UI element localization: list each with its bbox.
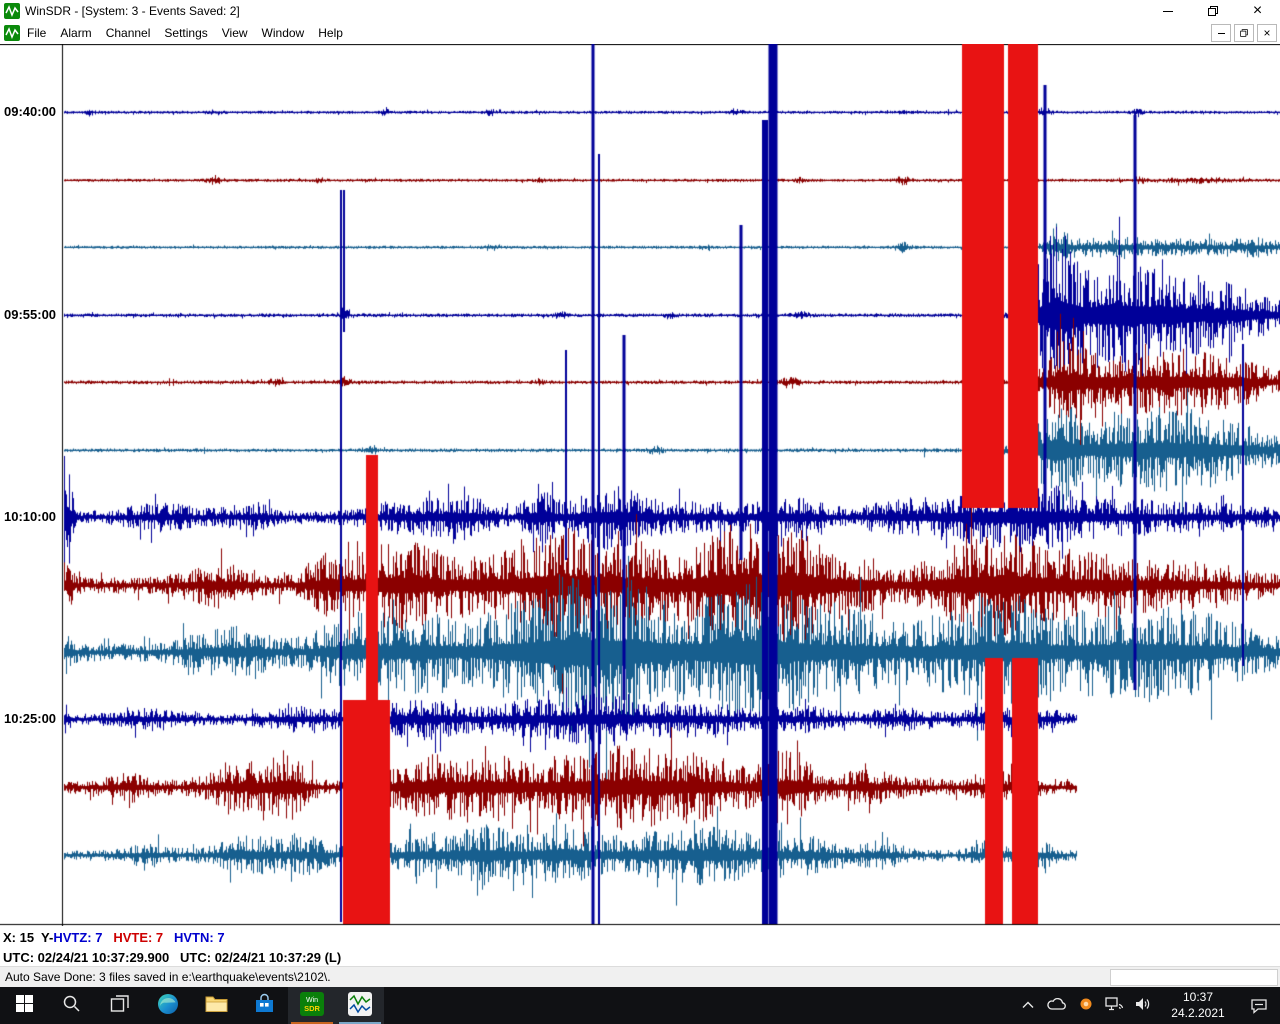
- tray-orange-icon: [1079, 997, 1093, 1016]
- time-label: 10:25:00: [4, 711, 56, 726]
- mdi-buttons: ×: [1211, 24, 1277, 42]
- onedrive-button[interactable]: [1042, 987, 1071, 1024]
- cursor-status-segment-5: HVTN: 7: [174, 930, 225, 945]
- winsdr-window: WinSDR - [System: 3 - Events Saved: 2] ×…: [0, 0, 1280, 1024]
- close-button[interactable]: ×: [1235, 0, 1280, 22]
- mdi-close-button[interactable]: ×: [1257, 24, 1277, 42]
- taskbar: WinSDR 10:37 24.2.2021: [0, 987, 1280, 1024]
- cursor-status-line: X: 15 Y-HVTZ: 7 HVTE: 7 HVTN: 7: [0, 926, 1280, 948]
- action-center-button[interactable]: [1238, 987, 1280, 1024]
- mdi-close-icon: ×: [1263, 27, 1270, 39]
- menu-file[interactable]: File: [20, 22, 53, 44]
- menu-channel[interactable]: Channel: [99, 22, 158, 44]
- utc-status-line: UTC: 02/24/21 10:37:29.900 UTC: 02/24/21…: [0, 948, 1280, 966]
- clock-date: 24.2.2021: [1162, 1006, 1234, 1022]
- file-explorer-taskbar-button[interactable]: [192, 987, 240, 1024]
- autosave-status: Auto Save Done: 3 files saved in e:\eart…: [0, 970, 1110, 984]
- helicorder-canvas[interactable]: [0, 44, 1280, 926]
- task-view-taskbar-button[interactable]: [96, 987, 144, 1024]
- store-icon: [254, 993, 275, 1019]
- network-icon: [1105, 996, 1124, 1017]
- system-tray: 10:37 24.2.2021: [1013, 987, 1280, 1024]
- mdi-minimize-icon: [1218, 33, 1225, 34]
- winsdr-taskbar-button[interactable]: WinSDR: [288, 987, 336, 1024]
- cursor-status-segment-4: [163, 930, 174, 945]
- search-icon: [62, 994, 82, 1019]
- title-bar: WinSDR - [System: 3 - Events Saved: 2] ×: [0, 0, 1280, 22]
- onedrive-icon: [1046, 996, 1068, 1016]
- winsdr-app-icon: [4, 3, 20, 19]
- window-title: WinSDR - [System: 3 - Events Saved: 2]: [25, 4, 240, 18]
- taskbar-clock[interactable]: 10:37 24.2.2021: [1158, 990, 1238, 1021]
- status-bar-right-pane: [1110, 969, 1278, 986]
- task-view-icon: [110, 994, 130, 1019]
- cursor-status-segment-3: HVTE: 7: [113, 930, 163, 945]
- menu-window[interactable]: Window: [255, 22, 312, 44]
- start-taskbar-button[interactable]: [0, 987, 48, 1024]
- volume-button[interactable]: [1129, 987, 1158, 1024]
- menu-bar: FileAlarmChannelSettingsViewWindowHelp ×: [0, 22, 1280, 44]
- time-label: 09:55:00: [4, 307, 56, 322]
- menu-items: FileAlarmChannelSettingsViewWindowHelp: [20, 22, 350, 44]
- winquake-icon: [348, 992, 372, 1021]
- restore-icon: [1208, 6, 1218, 16]
- time-label: 09:40:00: [4, 104, 56, 119]
- edge-icon: [156, 992, 180, 1021]
- network-button[interactable]: [1100, 987, 1129, 1024]
- cursor-status-segment-1: HVTZ: 7: [53, 930, 102, 945]
- volume-icon: [1134, 996, 1153, 1017]
- caption-buttons: ×: [1145, 0, 1280, 22]
- tray-icons: [1013, 987, 1158, 1024]
- minimize-button[interactable]: [1145, 0, 1190, 22]
- menu-settings[interactable]: Settings: [157, 22, 214, 44]
- tray-chevron-button[interactable]: [1013, 987, 1042, 1024]
- close-icon: ×: [1253, 3, 1262, 19]
- winsdr-icon: WinSDR: [300, 992, 324, 1021]
- taskbar-apps: WinSDR: [0, 987, 384, 1024]
- time-label: 10:10:00: [4, 509, 56, 524]
- edge-taskbar-button[interactable]: [144, 987, 192, 1024]
- mdi-restore-icon: [1240, 29, 1248, 37]
- winquake-taskbar-button[interactable]: [336, 987, 384, 1024]
- status-bar: Auto Save Done: 3 files saved in e:\eart…: [0, 966, 1280, 987]
- svg-text:Win: Win: [306, 997, 318, 1004]
- restore-button[interactable]: [1190, 0, 1235, 22]
- menu-view[interactable]: View: [215, 22, 255, 44]
- clock-time: 10:37: [1162, 990, 1234, 1006]
- store-taskbar-button[interactable]: [240, 987, 288, 1024]
- cursor-status-segment-0: X: 15 Y-: [3, 930, 53, 945]
- child-window-icon: [4, 25, 20, 41]
- file-explorer-icon: [205, 994, 228, 1018]
- menu-alarm[interactable]: Alarm: [53, 22, 98, 44]
- tray-orange-button[interactable]: [1071, 987, 1100, 1024]
- svg-text:SDR: SDR: [304, 1004, 320, 1013]
- start-icon: [15, 994, 34, 1018]
- tray-chevron-icon: [1021, 997, 1035, 1015]
- cursor-status-segment-2: [102, 930, 113, 945]
- mdi-minimize-button[interactable]: [1211, 24, 1231, 42]
- helicorder-plot: 09:40:00 09:55:00 10:10:00 10:25:00: [0, 44, 1280, 926]
- mdi-restore-button[interactable]: [1234, 24, 1254, 42]
- search-taskbar-button[interactable]: [48, 987, 96, 1024]
- minimize-icon: [1163, 11, 1173, 12]
- menu-help[interactable]: Help: [311, 22, 350, 44]
